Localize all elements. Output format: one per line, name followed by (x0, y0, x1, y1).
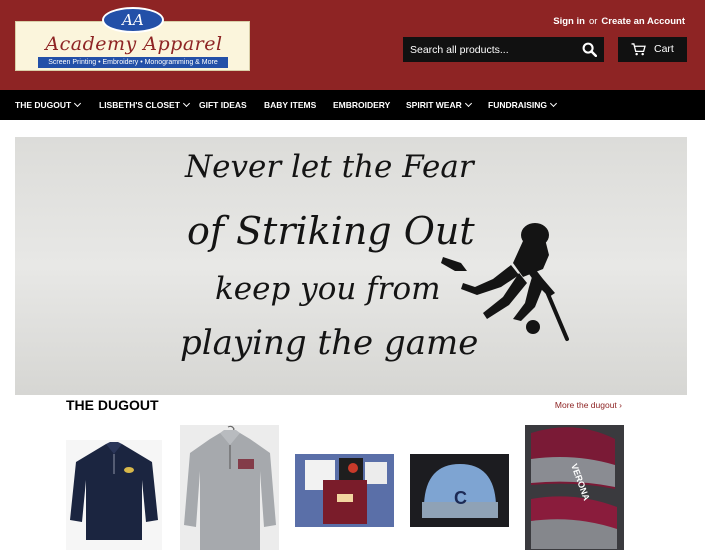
blue-beanie-image: C (410, 454, 509, 527)
search-input[interactable] (403, 37, 575, 62)
create-account-link[interactable]: Create an Account (601, 16, 685, 27)
nav-item-the-dugout[interactable]: THE DUGOUT (15, 90, 82, 120)
chevron-down-icon (549, 99, 558, 108)
search-icon[interactable] (582, 42, 597, 57)
chevron-down-icon (74, 99, 82, 108)
navy-pullover-image (66, 440, 162, 550)
nav-item-lisbeths-closet[interactable]: LISBETH'S CLOSET (99, 90, 190, 120)
svg-text:C: C (454, 488, 467, 508)
verona-beanies-image: VERONA (525, 425, 624, 550)
site-header: AA Academy Apparel Screen Printing • Emb… (0, 0, 705, 90)
hero-line-2: of Striking Out (187, 209, 475, 253)
nav-label: SPIRIT WEAR (406, 100, 462, 110)
apparel-collection-image (295, 454, 394, 527)
nav-item-gift-ideas[interactable]: GIFT IDEAS (199, 90, 247, 120)
academy-apparel-logo[interactable]: AA Academy Apparel Screen Printing • Emb… (15, 7, 250, 71)
sign-in-link[interactable]: Sign in (553, 16, 585, 27)
product-verona-beanies[interactable]: VERONA (525, 425, 624, 550)
nav-label: FUNDRAISING (488, 100, 548, 110)
hero-banner[interactable]: Never let the Fear of Striking Out keep … (15, 137, 687, 395)
cart-label: Cart (654, 43, 674, 55)
product-apparel-collection[interactable] (295, 454, 394, 527)
nav-item-baby-items[interactable]: BABY ITEMS (264, 90, 316, 120)
section-title-the-dugout: THE DUGOUT (66, 397, 159, 413)
logo-tagline: Screen Printing • Embroidery • Monogramm… (38, 57, 228, 68)
nav-item-spirit-wear[interactable]: SPIRIT WEAR (406, 90, 472, 120)
gray-pullover-image (180, 425, 279, 550)
product-navy-quarter-zip[interactable] (66, 440, 162, 550)
nav-item-embroidery[interactable]: EMBROIDERY (333, 90, 390, 120)
hero-line-1: Never let the Fear (185, 149, 474, 185)
nav-label: THE DUGOUT (15, 100, 72, 110)
account-or-text: or (588, 16, 598, 27)
product-blue-beanie[interactable]: C (410, 454, 509, 527)
product-gray-quarter-zip[interactable] (180, 425, 279, 550)
search-form (403, 37, 604, 62)
logo-wordmark: Academy Apparel (45, 33, 223, 55)
hero-line-4: playing the game (180, 323, 479, 363)
chevron-down-icon (464, 99, 472, 108)
main-navigation: THE DUGOUT LISBETH'S CLOSET GIFT IDEAS B… (0, 90, 705, 120)
account-links: Sign in or Create an Account (553, 16, 685, 27)
nav-item-fundraising[interactable]: FUNDRAISING (488, 90, 558, 120)
nav-label: GIFT IDEAS (199, 100, 247, 110)
nav-label: EMBROIDERY (333, 100, 391, 110)
nav-label: LISBETH'S CLOSET (99, 100, 180, 110)
logo-monogram: AA (102, 7, 164, 33)
hero-line-3: keep you from (215, 271, 441, 307)
nav-label: BABY ITEMS (264, 100, 317, 110)
shopping-cart-icon (631, 43, 646, 56)
cart-button[interactable]: Cart (618, 37, 687, 62)
chevron-down-icon (182, 99, 190, 108)
more-the-dugout-link[interactable]: More the dugout › (555, 400, 622, 410)
